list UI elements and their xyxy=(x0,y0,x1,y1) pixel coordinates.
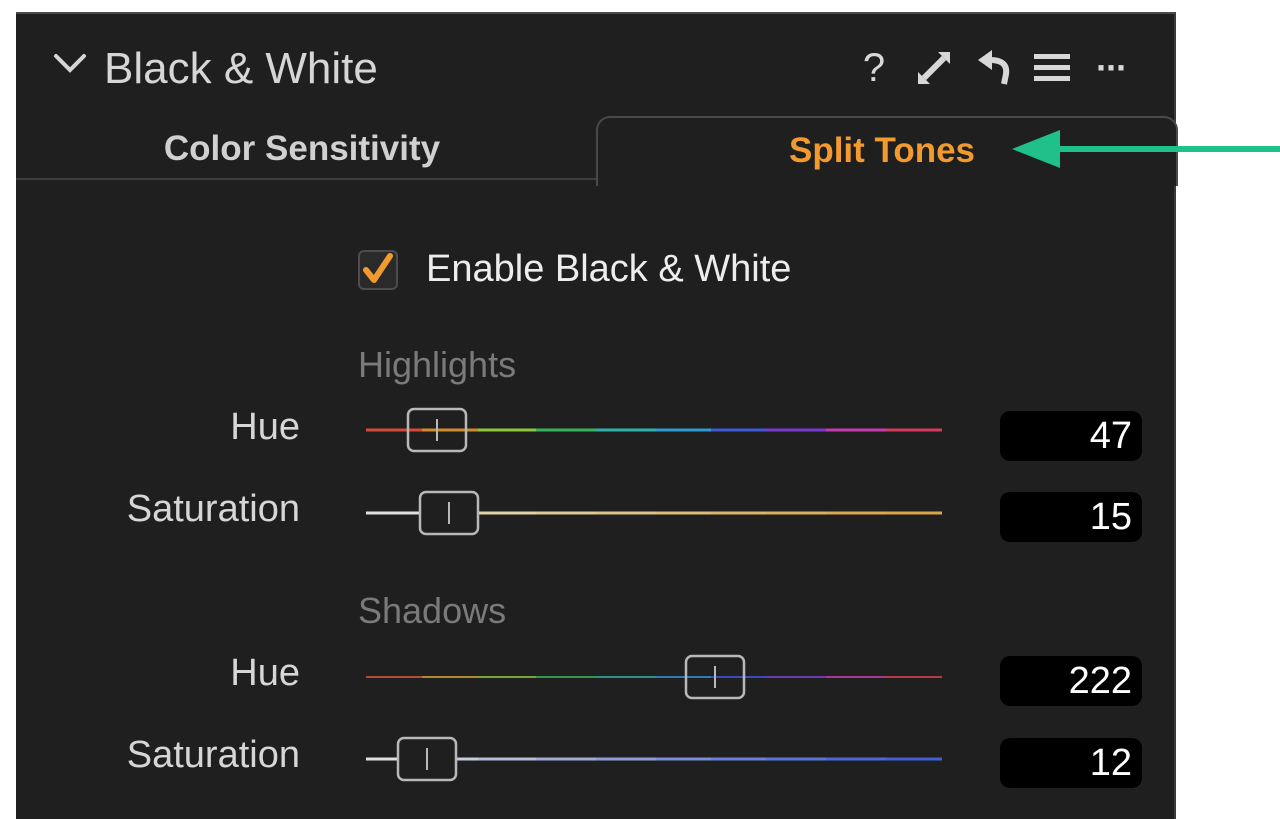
reset-icon[interactable] xyxy=(974,48,1014,88)
highlights-hue-value[interactable]: 47 xyxy=(1000,411,1142,461)
shadows-label: Shadows xyxy=(358,590,507,631)
tab-divider xyxy=(16,178,598,180)
highlights-saturation-label: Saturation xyxy=(126,488,300,530)
shadows-saturation-slider[interactable] xyxy=(366,734,942,784)
expand-icon[interactable] xyxy=(914,48,954,88)
highlights-saturation-slider[interactable] xyxy=(366,488,942,538)
chevron-down-icon[interactable] xyxy=(50,44,90,84)
shadows-hue-slider[interactable] xyxy=(366,652,942,702)
shadows-saturation-value[interactable]: 12 xyxy=(1000,738,1142,788)
black-white-panel: Black & White ? ··· Color Sensitivity Sp… xyxy=(16,12,1178,819)
tab-label: Split Tones xyxy=(788,131,976,170)
list-icon[interactable] xyxy=(1032,48,1072,88)
annotation-arrow-icon xyxy=(1012,130,1280,168)
checkmark-icon xyxy=(363,253,393,283)
highlights-hue-label: Hue xyxy=(230,406,300,448)
tab-label: Color Sensitivity xyxy=(163,129,441,168)
help-icon[interactable]: ? xyxy=(856,46,892,90)
shadows-saturation-label: Saturation xyxy=(126,734,300,776)
enable-checkbox[interactable] xyxy=(358,250,398,290)
highlights-label: Highlights xyxy=(358,344,517,385)
highlights-saturation-value[interactable]: 15 xyxy=(1000,492,1142,542)
shadows-hue-label: Hue xyxy=(230,652,300,694)
shadows-hue-value[interactable]: 222 xyxy=(1000,656,1142,706)
highlights-hue-slider[interactable] xyxy=(366,405,942,455)
more-icon[interactable]: ··· xyxy=(1084,47,1138,88)
tab-color-sensitivity[interactable]: Color Sensitivity xyxy=(16,120,598,178)
panel-title: Black & White xyxy=(104,44,378,93)
enable-label: Enable Black & White xyxy=(426,248,792,290)
